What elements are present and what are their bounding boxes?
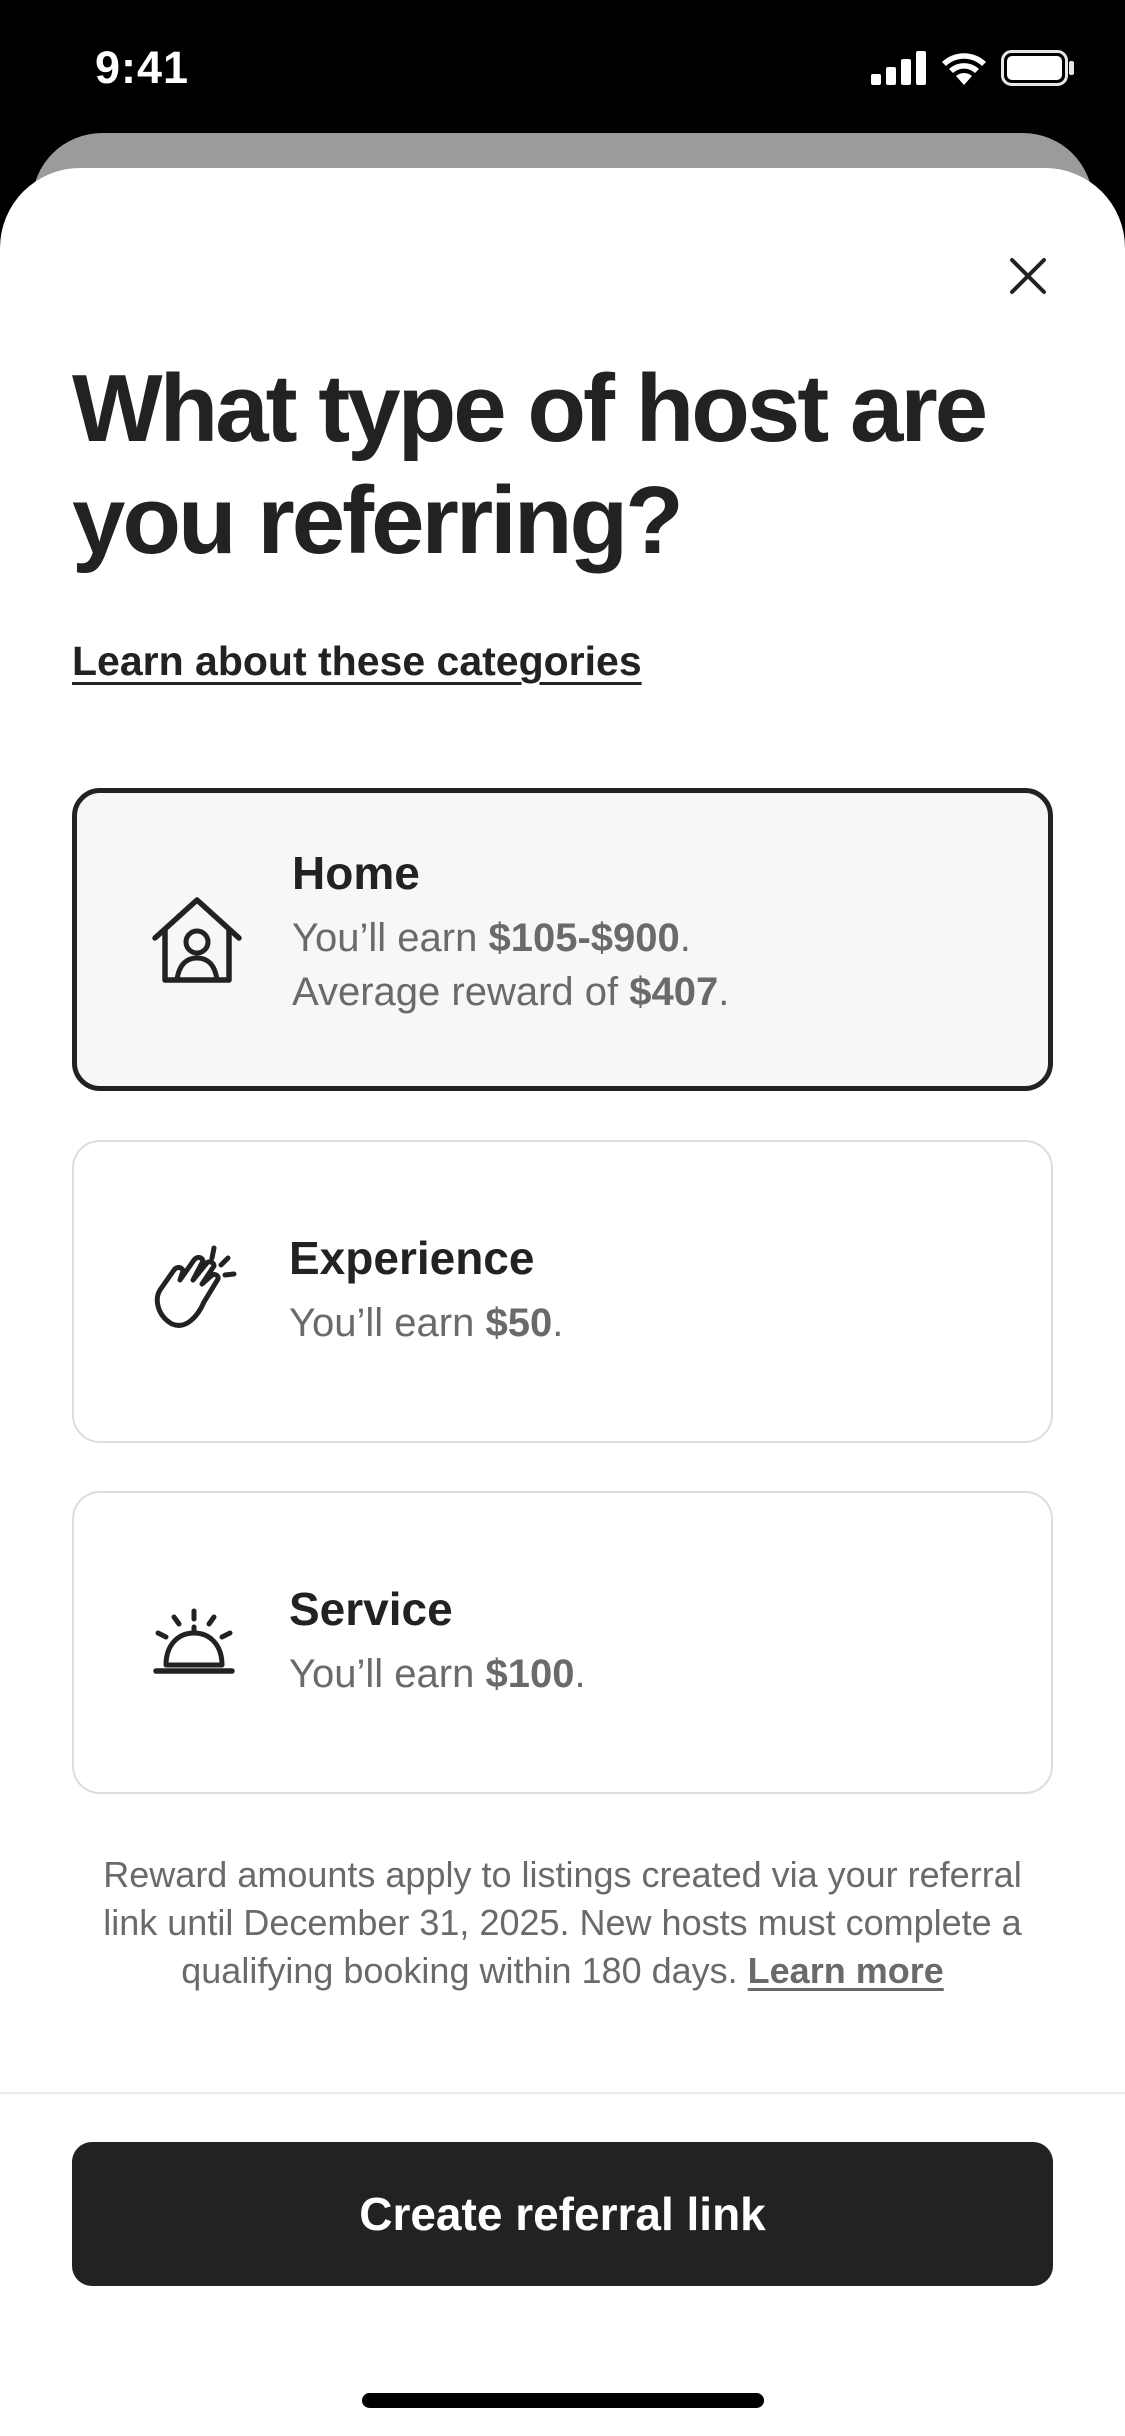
- status-time: 9:41: [95, 42, 190, 93]
- page-title: What type of host are you referring?: [72, 355, 988, 574]
- waving-hand-icon: [144, 1240, 244, 1340]
- earn-prefix: You’ll earn: [289, 1301, 486, 1345]
- earn-suffix: .: [574, 1652, 586, 1696]
- disclaimer-learn-more-link[interactable]: Learn more: [748, 1950, 944, 1991]
- option-description: You’ll earn $105-$900. Average reward of…: [292, 911, 729, 1019]
- close-icon: [1010, 258, 1046, 294]
- cellular-signal-icon: [871, 51, 926, 85]
- option-description: You’ll earn $100.: [289, 1647, 586, 1701]
- option-card-home[interactable]: Home You’ll earn $105-$900. Average rewa…: [72, 788, 1053, 1091]
- wifi-icon: [942, 53, 986, 85]
- option-card-service[interactable]: Service You’ll earn $100.: [72, 1491, 1053, 1794]
- status-icons: [871, 50, 1075, 86]
- status-bar: 9:41: [0, 0, 1125, 135]
- earn-amount: $50: [485, 1301, 553, 1345]
- learn-categories-link[interactable]: Learn about these categories: [72, 638, 642, 685]
- earn-amount: $105-$900: [488, 916, 680, 960]
- service-bell-icon: [144, 1591, 244, 1691]
- option-card-experience[interactable]: Experience You’ll earn $50.: [72, 1140, 1053, 1443]
- reward-disclaimer: Reward amounts apply to listings created…: [100, 1851, 1025, 1995]
- option-title: Service: [289, 1583, 453, 1635]
- option-text-service: Service You’ll earn $100.: [289, 1581, 586, 1701]
- close-button[interactable]: [995, 243, 1061, 309]
- average-suffix: .: [718, 970, 730, 1014]
- earn-prefix: You’ll earn: [289, 1652, 486, 1696]
- option-title: Home: [292, 847, 420, 899]
- option-description: You’ll earn $50.: [289, 1296, 563, 1350]
- earn-suffix: .: [552, 1301, 564, 1345]
- create-referral-link-button[interactable]: Create referral link: [72, 2142, 1053, 2286]
- earn-amount: $100: [485, 1652, 575, 1696]
- average-prefix: Average reward of: [292, 970, 630, 1014]
- average-amount: $407: [629, 970, 719, 1014]
- house-person-icon: [147, 890, 247, 990]
- earn-suffix: .: [679, 916, 691, 960]
- option-title: Experience: [289, 1232, 535, 1284]
- earn-prefix: You’ll earn: [292, 916, 489, 960]
- referral-type-sheet: What type of host are you referring? Lea…: [0, 168, 1125, 2436]
- footer-divider: [0, 2092, 1125, 2094]
- option-text-experience: Experience You’ll earn $50.: [289, 1230, 563, 1350]
- option-text-home: Home You’ll earn $105-$900. Average rewa…: [292, 845, 729, 1019]
- home-indicator: [362, 2393, 764, 2408]
- battery-icon: [1001, 50, 1074, 86]
